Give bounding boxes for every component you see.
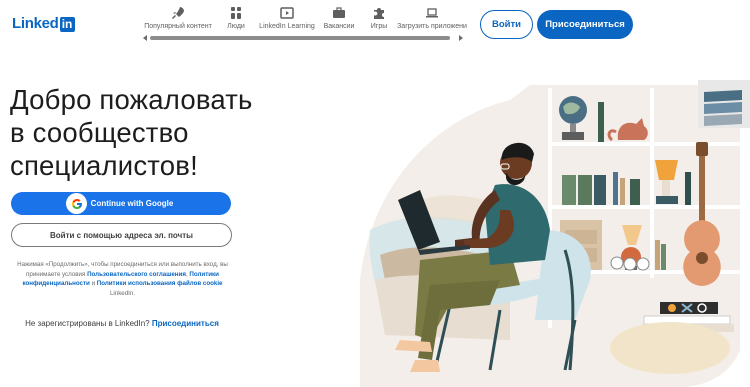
google-button-label: Continue with Google <box>90 199 174 208</box>
signin-button[interactable]: Войти <box>480 10 533 39</box>
nav-item-popular-content[interactable]: Популярный контент <box>141 6 215 34</box>
rocket-icon <box>172 7 184 19</box>
nav-item-jobs[interactable]: Вакансии <box>317 6 361 34</box>
google-logo-icon <box>66 193 87 214</box>
nav-label: Игры <box>370 23 388 30</box>
nav-label: Вакансии <box>323 23 355 30</box>
laptop-icon <box>426 8 438 18</box>
people-icon <box>231 7 241 19</box>
nav-item-download-app[interactable]: Загрузить приложени <box>397 6 467 34</box>
nav-label: Люди <box>227 23 245 30</box>
logo-wordmark: Linked <box>12 15 59 32</box>
nav-scrollbar[interactable] <box>143 35 463 41</box>
continue-with-google-button[interactable]: Continue with Google <box>11 192 231 215</box>
hero-title-line: Добро пожаловать <box>10 84 253 115</box>
signup-text: Не зарегистрированы в LinkedIn? <box>25 319 152 328</box>
nav-label: LinkedIn Learning <box>259 23 315 30</box>
nav-item-games[interactable]: Игры <box>361 6 397 34</box>
legal-text: LinkedIn. <box>109 289 136 297</box>
hero-illustration <box>360 80 750 387</box>
puzzle-icon <box>374 8 384 19</box>
video-icon <box>280 7 294 19</box>
scroll-thumb[interactable] <box>150 36 450 40</box>
cookie-policy-link[interactable]: Политики использования файлов cookie <box>97 280 223 287</box>
top-header: Linked in Популярный контент Люди Linked… <box>0 0 750 52</box>
signup-prompt: Не зарегистрированы в LinkedIn? Присоеди… <box>11 319 233 328</box>
briefcase-icon <box>333 7 345 18</box>
join-button[interactable]: Присоединиться <box>537 10 633 39</box>
user-agreement-link[interactable]: Пользовательского соглашения <box>87 271 186 278</box>
nav-item-linkedin-learning[interactable]: LinkedIn Learning <box>257 6 317 34</box>
nav-item-people[interactable]: Люди <box>215 6 257 34</box>
signin-with-email-button[interactable]: Войти с помощью адреса эл. почты <box>11 223 232 247</box>
legal-text: и <box>89 280 97 287</box>
scroll-right-arrow-icon[interactable] <box>459 35 463 41</box>
hero-title: Добро пожаловать в сообщество специалист… <box>10 83 290 182</box>
scroll-left-arrow-icon[interactable] <box>143 35 147 41</box>
join-link[interactable]: Присоединиться <box>152 319 219 328</box>
legal-notice: Нажимая «Продолжить», чтобы присоединить… <box>12 260 233 298</box>
hero-title-line: специалистов! <box>10 150 198 181</box>
nav-label: Популярный контент <box>144 23 212 30</box>
hero-title-line: в сообщество <box>10 117 189 148</box>
logo-in-badge: in <box>59 16 75 32</box>
top-nav: Популярный контент Люди LinkedIn Learnin… <box>141 6 467 34</box>
nav-label: Загрузить приложени <box>397 23 467 30</box>
linkedin-logo[interactable]: Linked in <box>12 15 75 33</box>
